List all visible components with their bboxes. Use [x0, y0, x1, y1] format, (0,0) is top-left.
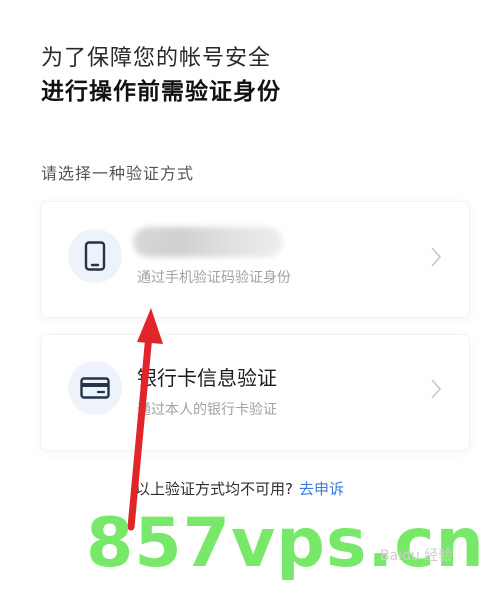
footer-help: 以上验证方式均不可用? 去申诉	[135, 478, 344, 499]
phone-option-description: 通过手机验证码验证身份	[137, 270, 291, 286]
section-label: 请选择一种验证方式	[41, 164, 195, 183]
masked-phone-number	[133, 227, 283, 257]
phone-icon	[68, 229, 122, 283]
bank-option-description: 通过本人的银行卡验证	[137, 402, 277, 418]
baidu-watermark: Baidu 经验	[380, 548, 453, 564]
phone-verification-option[interactable]: 通过手机验证码验证身份	[41, 202, 469, 317]
page-subtitle: 为了保障您的帐号安全	[41, 46, 272, 71]
page-title: 进行操作前需验证身份	[41, 79, 281, 105]
bank-option-title: 银行卡信息验证	[137, 366, 277, 390]
chevron-right-icon	[431, 379, 442, 399]
appeal-link[interactable]: 去申诉	[299, 480, 344, 498]
watermark-text: 857vps.cn	[86, 504, 485, 583]
footer-text: 以上验证方式均不可用?	[135, 480, 293, 498]
chevron-right-icon	[431, 247, 442, 267]
bank-card-verification-option[interactable]: 银行卡信息验证 通过本人的银行卡验证	[41, 335, 469, 450]
bank-card-icon	[68, 361, 122, 415]
